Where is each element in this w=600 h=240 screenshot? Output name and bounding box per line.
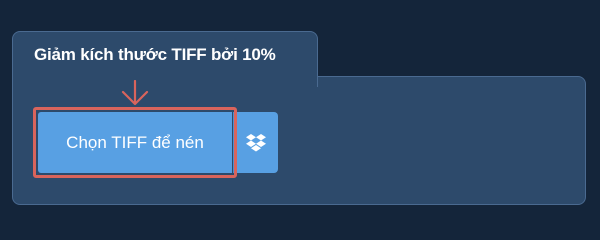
choose-tiff-label: Chọn TIFF để nén (66, 132, 204, 152)
dropbox-icon (246, 133, 266, 151)
tab-title: Giảm kích thước TIFF bởi 10% (34, 45, 276, 64)
compress-widget: Giảm kích thước TIFF bởi 10% Chọn TIFF đ… (0, 0, 600, 230)
choose-tiff-button[interactable]: Chọn TIFF để nén (38, 112, 232, 173)
dropbox-button[interactable] (233, 112, 278, 173)
arrow-down-icon (121, 80, 149, 106)
